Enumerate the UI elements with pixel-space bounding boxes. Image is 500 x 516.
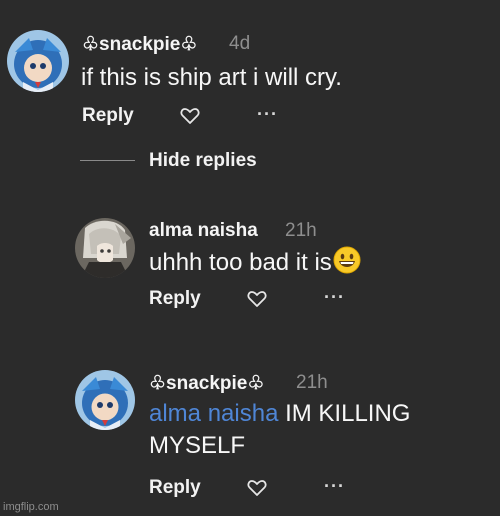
comment-timestamp: 21h	[285, 220, 317, 241]
more-options-icon[interactable]: ···	[324, 287, 345, 308]
thread-divider	[80, 160, 135, 161]
comment-timestamp: 21h	[296, 372, 328, 393]
reply-button[interactable]: Reply	[149, 288, 201, 310]
comment-text-line2: MYSELF	[149, 432, 246, 459]
avatar[interactable]	[7, 30, 69, 92]
comment-username[interactable]: ♧snackpie♧	[82, 33, 197, 56]
comment-text: uhhh too bad it is	[149, 246, 361, 279]
avatar[interactable]	[75, 218, 135, 278]
comment-username[interactable]: ♧snackpie♧	[149, 372, 264, 395]
more-options-icon[interactable]: ···	[257, 104, 278, 125]
more-options-icon[interactable]: ···	[324, 476, 345, 497]
comment-text-line1: IM KILLING	[278, 400, 411, 427]
comment-text-content: uhhh too bad it is	[149, 249, 332, 276]
mention-link[interactable]: alma naisha	[149, 400, 278, 427]
comment-text: alma naisha IM KILLING MYSELF	[149, 398, 410, 462]
reply-button[interactable]: Reply	[149, 477, 201, 499]
reply-button[interactable]: Reply	[82, 105, 134, 127]
avatar[interactable]	[75, 370, 135, 430]
watermark: imgflip.com	[3, 501, 59, 513]
grinning-face-emoji-icon	[333, 246, 361, 274]
like-heart-icon[interactable]	[247, 479, 267, 502]
like-heart-icon[interactable]	[247, 290, 267, 313]
hide-replies-button[interactable]: Hide replies	[149, 150, 257, 172]
comment-timestamp: 4d	[229, 33, 251, 54]
comment-username[interactable]: alma naisha	[149, 220, 258, 242]
comment-text: if this is ship art i will cry.	[81, 64, 342, 91]
like-heart-icon[interactable]	[180, 107, 200, 130]
